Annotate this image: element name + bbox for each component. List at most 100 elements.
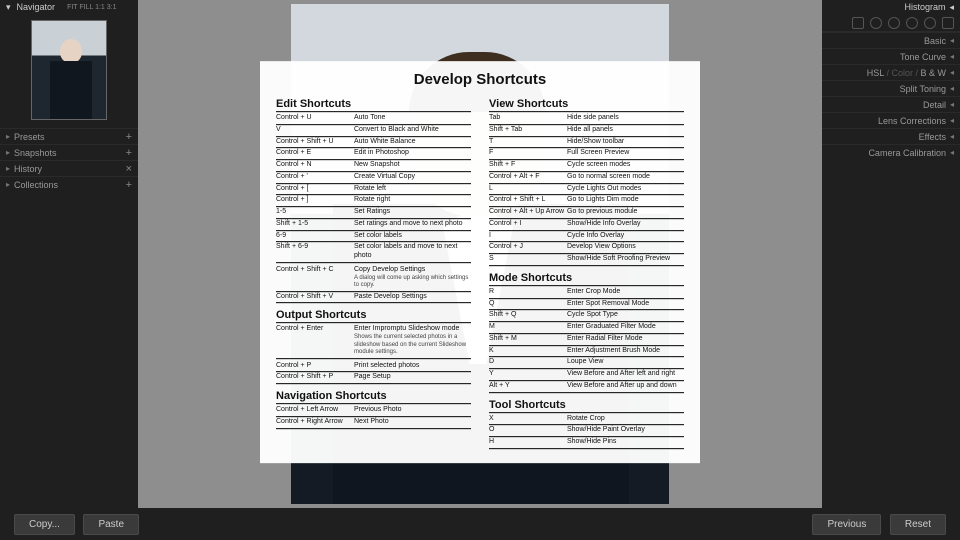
shortcut-row: Control + Right ArrowNext Photo <box>276 417 471 429</box>
shortcut-key: Control + N <box>276 161 354 170</box>
shortcut-key: V <box>276 126 354 135</box>
panel-section-basic[interactable]: Basic◂ <box>822 32 960 48</box>
panel-section-hsl[interactable]: HSL / Color / B & W◂ <box>822 64 960 80</box>
shortcut-row: 6-9Set color labels <box>276 231 471 243</box>
bottom-bar: Copy... Paste Previous Reset <box>0 508 960 540</box>
shortcut-row: ICycle Info Overlay <box>489 231 684 243</box>
panel-section-label: Detail <box>923 100 946 110</box>
grad-filter-tool-icon[interactable] <box>906 17 918 29</box>
redeye-tool-icon[interactable] <box>888 17 900 29</box>
shortcut-action: Enter Impromptu Slideshow modeShows the … <box>354 325 471 356</box>
shortcut-action: Paste Develop Settings <box>354 293 471 302</box>
panel-section-effects[interactable]: Effects◂ <box>822 128 960 144</box>
shortcut-key: Tab <box>489 114 567 123</box>
shortcut-key: Shift + M <box>489 335 567 344</box>
shortcut-section-title: View Shortcuts <box>489 98 684 112</box>
shortcut-key: Control + Right Arrow <box>276 418 354 427</box>
shortcut-section-title: Edit Shortcuts <box>276 98 471 112</box>
shortcut-row: KEnter Adjustment Brush Mode <box>489 346 684 358</box>
shortcut-row: Control + Shift + UAuto White Balance <box>276 137 471 149</box>
shortcut-section-title: Output Shortcuts <box>276 309 471 323</box>
shortcut-key: Shift + F <box>489 161 567 170</box>
shortcut-action: Cycle Lights Out modes <box>567 185 684 194</box>
chevron-left-icon: ◂ <box>950 52 954 61</box>
shortcut-row: FFull Screen Preview <box>489 148 684 160</box>
navigator-header[interactable]: ▾ Navigator FIT FILL 1:1 3:1 <box>0 0 138 14</box>
panel-section-action[interactable]: + <box>126 131 132 143</box>
panel-section-label: Camera Calibration <box>868 148 946 158</box>
navigator-zoom-labels[interactable]: FIT FILL 1:1 3:1 <box>67 4 116 11</box>
previous-button[interactable]: Previous <box>812 514 881 535</box>
panel-section-camera-calibration[interactable]: Camera Calibration ◂ <box>822 144 960 160</box>
shortcut-action: Set color labels <box>354 232 471 241</box>
navigator-thumbnail[interactable] <box>31 20 107 120</box>
shortcut-key: Y <box>489 370 567 379</box>
shortcut-action: Cycle screen modes <box>567 161 684 170</box>
shortcut-action: Set Ratings <box>354 208 471 217</box>
chevron-left-icon: ◂ <box>950 36 954 45</box>
shortcut-key: Control + Shift + L <box>489 196 567 205</box>
panel-section-action[interactable]: × <box>126 163 132 175</box>
panel-section-lens-corrections[interactable]: Lens Corrections◂ <box>822 112 960 128</box>
shortcut-row: Control + UAuto Tone <box>276 113 471 125</box>
shortcut-key: T <box>489 138 567 147</box>
panel-section-action[interactable]: + <box>126 147 132 159</box>
shortcut-action: Loupe View <box>567 358 684 367</box>
shortcut-row: Control + PPrint selected photos <box>276 361 471 373</box>
shortcut-key: Control + E <box>276 149 354 158</box>
panel-section-action[interactable]: + <box>126 179 132 191</box>
shortcut-row: YView Before and After left and right <box>489 369 684 381</box>
shortcut-row: SShow/Hide Soft Proofing Preview <box>489 254 684 266</box>
right-panel: Histogram ◂ Basic◂ Tone Curve ◂ HSL / Color… <box>822 0 960 508</box>
panel-section-history[interactable]: ▸ History × <box>0 160 138 176</box>
panel-section-collections[interactable]: ▸Collections+ <box>0 176 138 192</box>
shortcut-action: Enter Radial Filter Mode <box>567 335 684 344</box>
radial-filter-tool-icon[interactable] <box>924 17 936 29</box>
panel-section-label: Tone Curve <box>900 52 946 62</box>
shortcut-row: XRotate Crop <box>489 414 684 426</box>
shortcut-key: Control + ' <box>276 173 354 182</box>
shortcut-key: F <box>489 149 567 158</box>
brush-tool-icon[interactable] <box>942 17 954 29</box>
crop-tool-icon[interactable] <box>852 17 864 29</box>
right-panel-sections: Basic◂ Tone Curve ◂ HSL / Color / B & W◂Spl… <box>822 32 960 160</box>
panel-section-snapshots[interactable]: ▸Snapshots+ <box>0 144 138 160</box>
shortcut-action: Go to previous module <box>567 208 684 217</box>
chevron-left-icon: ◂ <box>950 84 954 93</box>
panel-section-presets[interactable]: ▸Presets+ <box>0 128 138 144</box>
shortcut-action: Previous Photo <box>354 406 471 415</box>
reset-button[interactable]: Reset <box>890 514 946 535</box>
copy-button[interactable]: Copy... <box>14 514 75 535</box>
panel-section-label: History <box>14 164 42 174</box>
shortcut-row: Control + Shift + LGo to Lights Dim mode <box>489 195 684 207</box>
shortcut-key: R <box>489 288 567 297</box>
shortcut-action: Enter Adjustment Brush Mode <box>567 347 684 356</box>
chevron-left-icon: ◂ <box>950 148 954 157</box>
chevron-right-icon: ▸ <box>6 164 10 173</box>
paste-button[interactable]: Paste <box>83 514 139 535</box>
spot-tool-icon[interactable] <box>870 17 882 29</box>
shortcut-action: Show/Hide Soft Proofing Preview <box>567 255 684 264</box>
shortcut-action: New Snapshot <box>354 161 471 170</box>
histogram-header[interactable]: Histogram ◂ <box>822 0 960 14</box>
shortcut-row: LCycle Lights Out modes <box>489 184 684 196</box>
shortcut-row: Control + JDevelop View Options <box>489 242 684 254</box>
chevron-right-icon: ▸ <box>6 148 10 157</box>
shortcut-row: MEnter Graduated Filter Mode <box>489 322 684 334</box>
shortcut-key: Control + Alt + F <box>489 173 567 182</box>
shortcut-row: QEnter Spot Removal Mode <box>489 299 684 311</box>
shortcut-row: Shift + MEnter Radial Filter Mode <box>489 334 684 346</box>
shortcut-row: Shift + 6-9Set color labels and move to … <box>276 242 471 263</box>
shortcut-key: Control + J <box>489 243 567 252</box>
chevron-right-icon: ▸ <box>6 132 10 141</box>
chevron-down-icon: ▾ <box>6 2 11 13</box>
shortcut-action: Edit in Photoshop <box>354 149 471 158</box>
shortcut-key: M <box>489 323 567 332</box>
shortcut-action: Set ratings and move to next photo <box>354 220 471 229</box>
shortcut-note: Shows the current selected photos in a s… <box>354 334 471 357</box>
shortcut-action: Go to normal screen mode <box>567 173 684 182</box>
panel-section-detail[interactable]: Detail◂ <box>822 96 960 112</box>
panel-section-split-toning[interactable]: Split Toning◂ <box>822 80 960 96</box>
shortcut-key: Control + U <box>276 114 354 123</box>
panel-section-tone-curve[interactable]: Tone Curve ◂ <box>822 48 960 64</box>
